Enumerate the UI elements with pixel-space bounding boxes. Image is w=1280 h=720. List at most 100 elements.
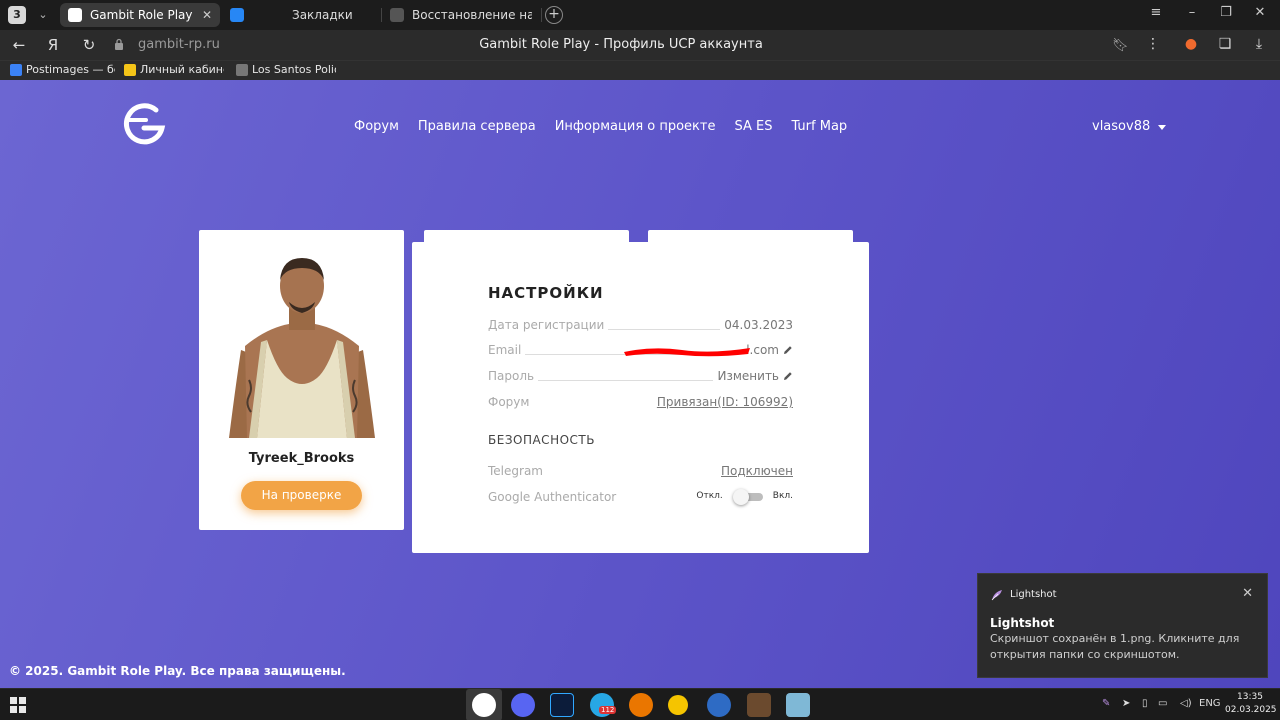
close-tab-icon[interactable]: ✕ — [196, 8, 212, 22]
settings-card: НАСТРОЙКИ Дата регистрации 04.03.2023 Em… — [412, 242, 869, 553]
download-icon[interactable]: ⤓ — [1250, 36, 1268, 54]
yandex-icon[interactable]: Я — [44, 36, 62, 54]
more-vertical-icon[interactable]: ⋮ — [1144, 36, 1162, 54]
circle-app-icon[interactable] — [707, 693, 731, 717]
lightshot-tray-icon[interactable]: ✎ — [1102, 698, 1110, 709]
network-icon[interactable]: ▭ — [1158, 698, 1167, 709]
url-field[interactable]: gambit-rp.ru Gambit Role Play - Профиль … — [106, 34, 1136, 56]
tab-gambit-profile[interactable]: Gambit Role Play - Проф ✕ — [60, 3, 220, 27]
lightshot-notification[interactable]: Lightshot ✕ Lightshot Скриншот сохранён … — [977, 573, 1268, 678]
bookmark-postimages[interactable]: Postimages — бес — [10, 63, 115, 76]
close-window-icon[interactable]: ✕ — [1250, 5, 1270, 20]
password-row: Пароль Изменить — [488, 369, 793, 385]
authenticator-toggle[interactable] — [732, 489, 763, 505]
bookmark-label: Postimages — бес — [26, 63, 115, 76]
clock-date: 02.03.2025 — [1225, 705, 1277, 715]
pencil-icon[interactable] — [783, 371, 793, 381]
photoshop-icon[interactable] — [550, 693, 574, 717]
pencil-icon[interactable] — [783, 345, 793, 355]
tab-label: Gambit Role Play - Проф — [90, 8, 196, 22]
email-redaction-mark — [624, 348, 750, 357]
user-menu[interactable]: vlasov88 — [1092, 119, 1167, 134]
nav-sa-es[interactable]: SA ES — [734, 119, 772, 134]
browser-tab-bar: 3 ⌄ Gambit Role Play - Проф ✕ Закладки В… — [0, 0, 1280, 30]
bookmark-icon[interactable]: 🔖︎ — [1112, 38, 1129, 53]
bookmark-label: Личный кабинет — [140, 63, 224, 76]
nav-forum[interactable]: Форум — [354, 119, 399, 134]
settings-title: НАСТРОЙКИ — [488, 284, 604, 302]
collections-icon[interactable]: ❏ — [1216, 36, 1234, 54]
volume-icon[interactable]: ◁) — [1180, 698, 1192, 709]
discord-icon[interactable] — [511, 693, 535, 717]
game-app-icon[interactable] — [747, 693, 771, 717]
blender-icon[interactable] — [629, 693, 653, 717]
yandex-browser-icon[interactable] — [472, 693, 496, 717]
notification-app-name: Lightshot — [1010, 589, 1057, 600]
character-nickname: Tyreek_Brooks — [248, 451, 355, 466]
back-arrow-icon[interactable]: ← — [10, 36, 28, 54]
telegram-connected-link[interactable]: Подключен — [717, 464, 793, 478]
language-indicator[interactable]: ENG — [1199, 698, 1221, 709]
battery-icon[interactable]: ▯ — [1142, 698, 1148, 709]
change-password-link[interactable]: Изменить — [713, 369, 793, 383]
close-icon[interactable]: ✕ — [1242, 586, 1253, 601]
profile-card: Tyreek_Brooks На проверке — [199, 230, 404, 530]
nav-server-rules[interactable]: Правила сервера — [418, 119, 536, 134]
system-clock[interactable]: 13:35 02.03.2025 — [1225, 691, 1277, 717]
lightshot-feather-icon — [991, 590, 1002, 601]
bookmarks-bar: Postimages — бес Личный кабинет Los Sant… — [0, 60, 1280, 80]
bookmark-lspd[interactable]: Los Santos Police — [236, 63, 336, 76]
google-authenticator-row: Google Authenticator Откл. Вкл. — [488, 489, 793, 506]
bookmark-label: Los Santos Police — [252, 63, 336, 76]
gambit-logo-icon[interactable] — [120, 102, 166, 146]
toggle-knob — [732, 489, 749, 505]
authenticator-toggle-group: Откл. Вкл. — [692, 489, 793, 505]
minimize-icon[interactable]: – — [1182, 5, 1202, 20]
tab-bookmarks[interactable]: Закладки — [222, 3, 380, 27]
address-bar: ← Я ↻ gambit-rp.ru Gambit Role Play - Пр… — [0, 30, 1280, 60]
notes-app-icon[interactable] — [786, 693, 810, 717]
tab-counter[interactable]: 3 — [8, 6, 26, 24]
forum-icon — [236, 63, 248, 76]
telegram-row: Telegram Подключен — [488, 464, 793, 480]
telegram-tray-icon[interactable]: ➤ — [1122, 698, 1130, 709]
registration-date-row: Дата регистрации 04.03.2023 — [488, 318, 793, 334]
toggle-off-label: Откл. — [696, 491, 723, 501]
row-label: Форум — [488, 395, 534, 409]
character-avatar — [229, 258, 375, 438]
gambit-favicon-icon — [68, 8, 82, 22]
notification-title: Lightshot — [990, 616, 1055, 630]
forum-linked-link[interactable]: Привязан(ID: 106992) — [652, 395, 793, 409]
card-tab-1[interactable] — [424, 230, 629, 242]
tab-label: Закладки — [292, 8, 353, 22]
tab-list-chevron-icon[interactable]: ⌄ — [34, 6, 52, 24]
row-value: 04.03.2023 — [720, 318, 793, 332]
fire-extension-icon[interactable]: ● — [1182, 36, 1200, 54]
new-tab-plus-icon[interactable]: + — [545, 6, 563, 24]
toggle-on-label: Вкл. — [772, 491, 793, 501]
review-status-button[interactable]: На проверке — [241, 481, 362, 510]
tab-divider — [541, 8, 542, 22]
security-title: БЕЗОПАСНОСТЬ — [488, 433, 595, 447]
bookmark-personal-cabinet[interactable]: Личный кабинет — [124, 63, 224, 76]
main-nav: Форум Правила сервера Информация о проек… — [354, 119, 847, 134]
tab-label: Восстановление на служ — [412, 8, 532, 22]
postimages-icon — [10, 63, 22, 76]
row-leader — [536, 380, 713, 381]
row-leader — [598, 329, 723, 330]
card-tab-2[interactable] — [648, 230, 853, 242]
footer-copyright: © 2025. Gambit Role Play. Все права защи… — [9, 664, 346, 678]
clock-time: 13:35 — [1237, 692, 1263, 702]
tab-restoration[interactable]: Восстановление на служ — [382, 3, 540, 27]
vk-favicon-icon — [230, 8, 244, 22]
windows-start-icon[interactable] — [10, 697, 26, 713]
site-favicon-icon — [390, 8, 404, 22]
reload-icon[interactable]: ↻ — [80, 36, 98, 54]
nav-turf-map[interactable]: Turf Map — [791, 119, 847, 134]
row-label: Telegram — [488, 464, 547, 478]
star-app-icon[interactable] — [668, 695, 688, 715]
nav-project-info[interactable]: Информация о проекте — [555, 119, 716, 134]
restore-icon[interactable]: ❐ — [1216, 5, 1236, 20]
browser-menu-icon[interactable]: ≡ — [1146, 5, 1166, 20]
row-value: Изменить — [717, 369, 780, 383]
